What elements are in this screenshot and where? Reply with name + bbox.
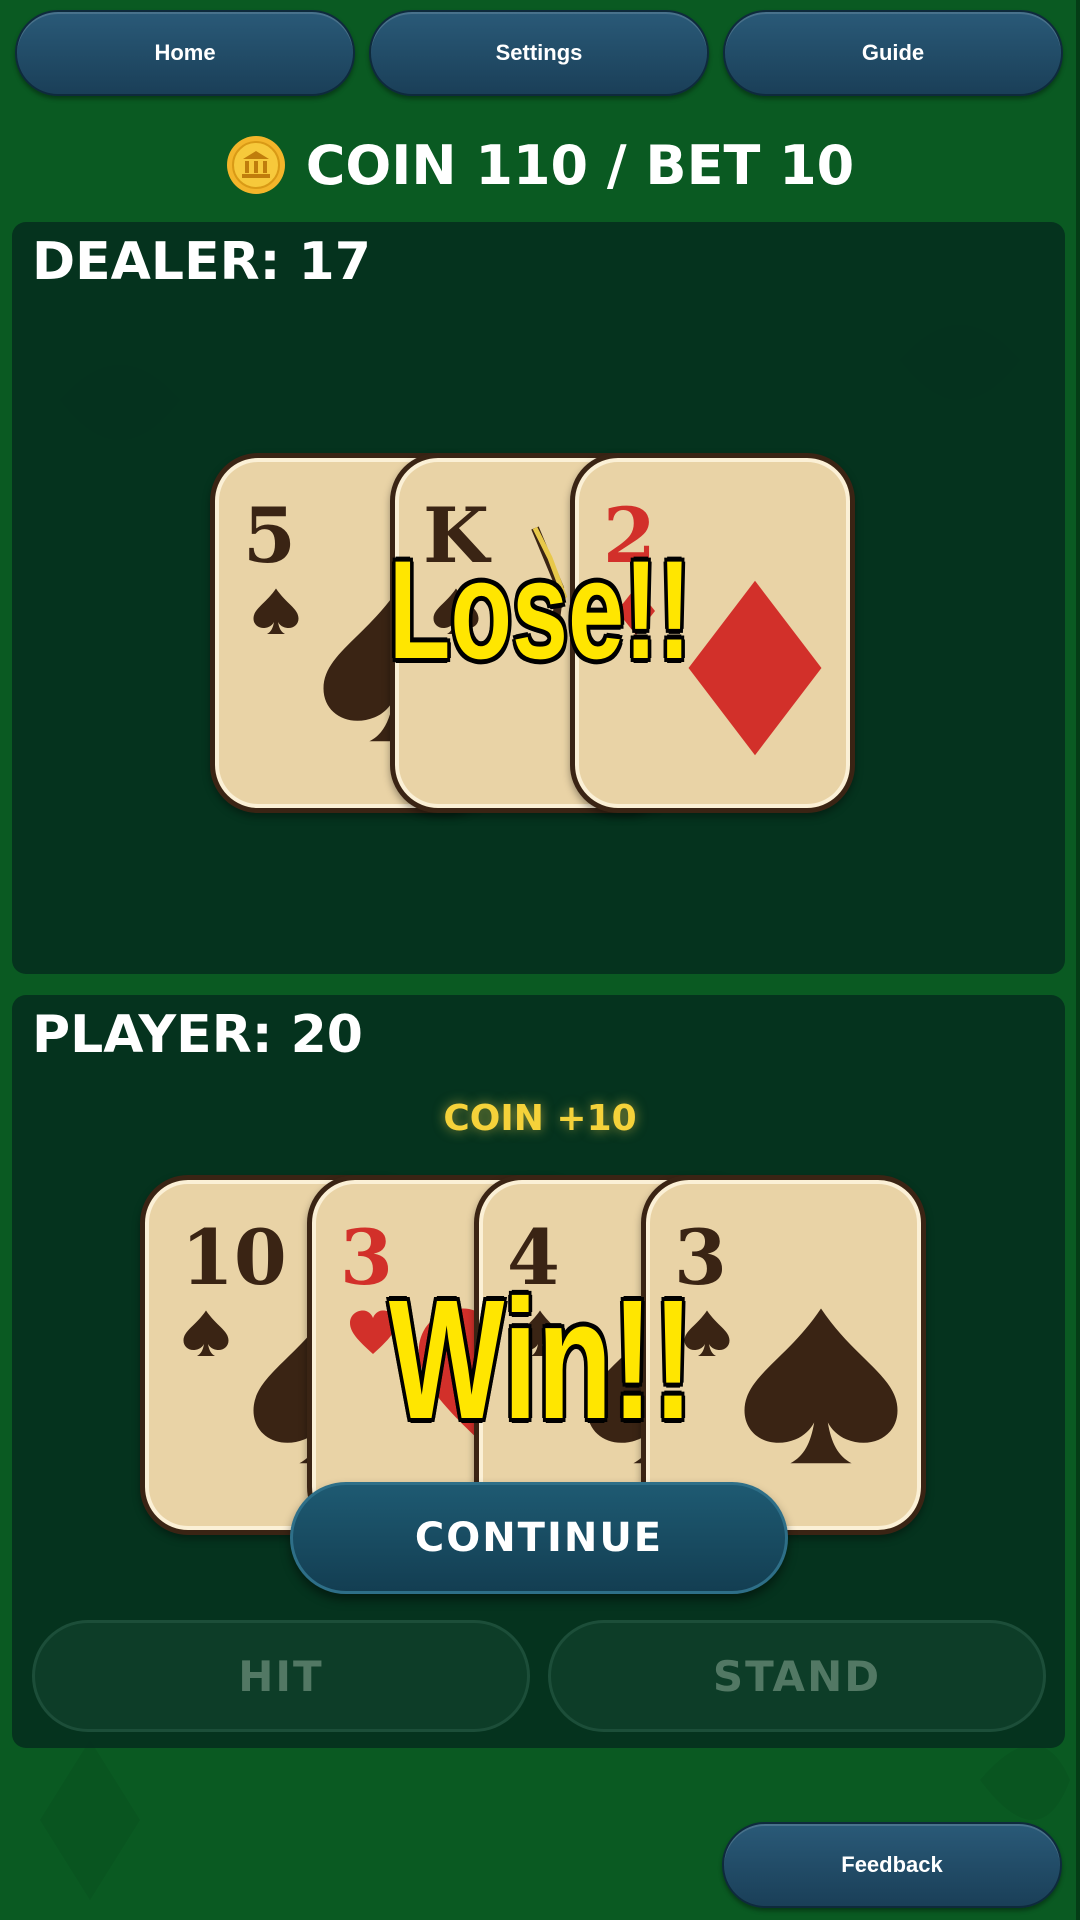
coin-delta-text: COIN +10 — [443, 1098, 637, 1139]
guide-button[interactable]: Guide — [723, 10, 1063, 96]
player-result-label: Win!! — [388, 1265, 694, 1455]
diamond-icon — [688, 580, 822, 756]
dealer-score: DEALER: 17 — [32, 232, 371, 292]
stand-button[interactable]: STAND — [548, 1620, 1046, 1732]
card-rank: 5 — [243, 491, 296, 580]
coin-bet-text: COIN 110 / BET 10 — [305, 133, 855, 197]
spade-icon — [253, 588, 299, 634]
coin-icon — [226, 136, 285, 194]
right-edge-shadow — [1076, 0, 1080, 1920]
spade-icon — [183, 1310, 229, 1356]
card-rank: 3 — [340, 1213, 393, 1302]
home-button[interactable]: Home — [15, 10, 355, 96]
settings-button[interactable]: Settings — [369, 10, 709, 96]
coin-status: COIN 110 / BET 10 — [0, 125, 1080, 205]
spade-icon — [744, 1308, 898, 1464]
hit-button[interactable]: HIT — [32, 1620, 530, 1732]
feedback-button[interactable]: Feedback — [722, 1822, 1062, 1908]
card-rank: 10 — [181, 1213, 287, 1302]
player-score: PLAYER: 20 — [32, 1005, 363, 1065]
continue-button[interactable]: CONTINUE — [290, 1482, 788, 1594]
dealer-result-label: Lose!! — [388, 531, 692, 688]
